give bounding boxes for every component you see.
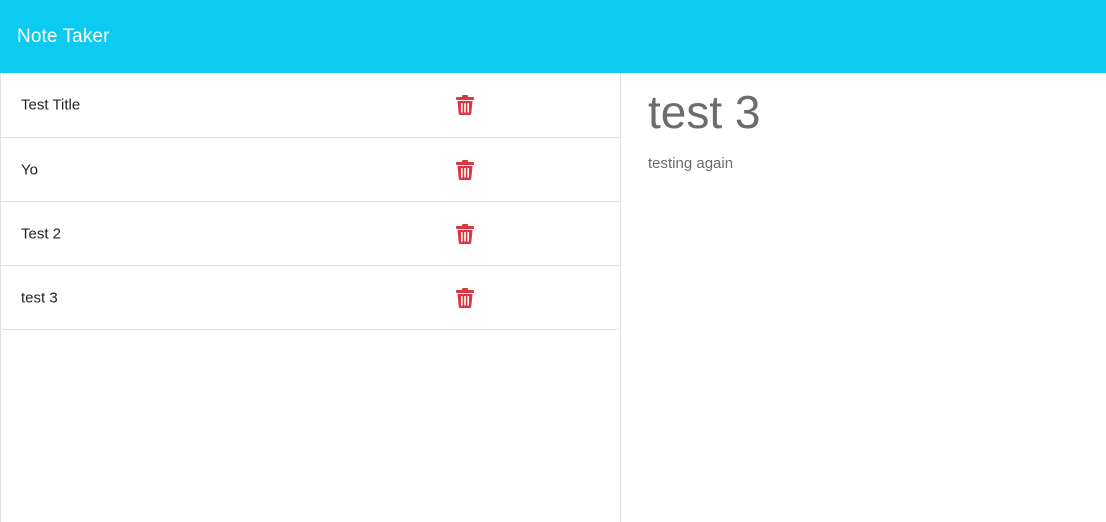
note-title[interactable]: Test Title [21, 97, 80, 114]
note-view-pane: test 3 testing again [621, 73, 1106, 522]
navbar: Note Taker [0, 0, 1106, 73]
trash-icon [456, 287, 474, 308]
navbar-brand[interactable]: Note Taker [17, 26, 110, 48]
note-view-title[interactable]: test 3 [648, 87, 761, 138]
list-item[interactable]: Yo [1, 137, 620, 201]
trash-icon [456, 95, 474, 115]
list-item[interactable]: Test 2 [1, 201, 620, 265]
note-list-pane: Test Title Yo Test 2 test 3 [0, 73, 621, 522]
delete-note-button[interactable] [456, 159, 474, 180]
trash-icon [456, 159, 474, 180]
list-item[interactable]: test 3 [1, 265, 620, 329]
list-item[interactable]: Test Title [1, 73, 620, 137]
delete-note-button[interactable] [456, 95, 474, 115]
note-title[interactable]: Test 2 [21, 225, 61, 242]
trash-icon [456, 223, 474, 244]
note-title[interactable]: test 3 [21, 289, 58, 306]
delete-note-button[interactable] [456, 287, 474, 308]
note-view-text[interactable]: testing again [648, 155, 733, 172]
note-title[interactable]: Yo [21, 161, 38, 178]
delete-note-button[interactable] [456, 223, 474, 244]
note-list: Test Title Yo Test 2 test 3 [1, 73, 620, 330]
